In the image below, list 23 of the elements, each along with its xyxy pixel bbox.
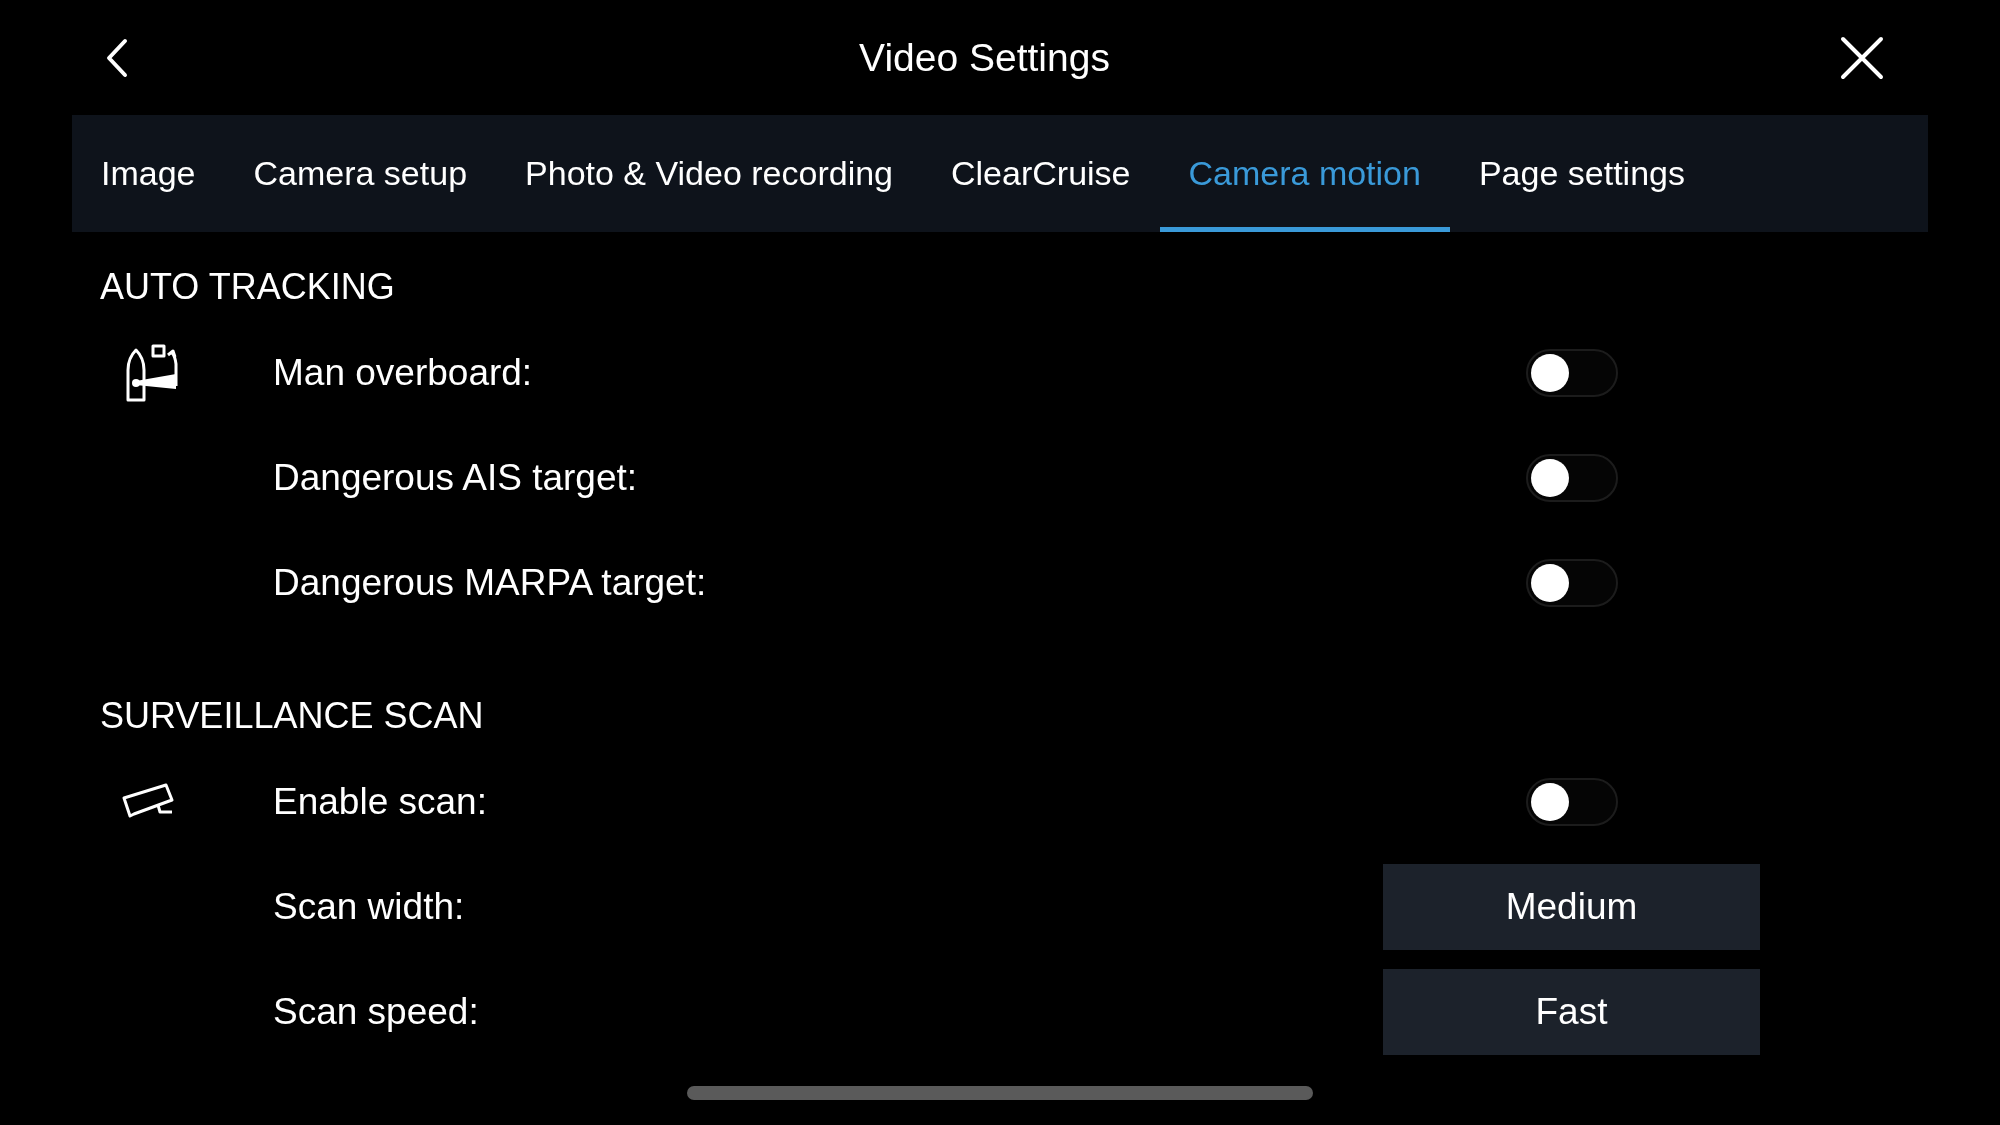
setting-label: Scan width: xyxy=(273,885,465,928)
toggle-switch[interactable] xyxy=(1525,777,1618,826)
option-button[interactable]: Medium xyxy=(1383,863,1760,950)
setting-label: Dangerous MARPA target: xyxy=(273,561,707,604)
setting-label: Enable scan: xyxy=(273,780,487,823)
tab[interactable]: Photo & Video recording xyxy=(496,115,922,232)
tab[interactable]: Camera motion xyxy=(1159,115,1450,232)
toggle-switch[interactable] xyxy=(1525,558,1618,607)
tab[interactable]: Camera setup xyxy=(224,115,497,232)
section-heading: SURVEILLANCE SCAN xyxy=(99,694,485,738)
toggle-switch[interactable] xyxy=(1525,453,1618,502)
close-icon[interactable] xyxy=(1840,35,1884,80)
tab[interactable]: Image xyxy=(72,115,225,232)
option-button[interactable]: Fast xyxy=(1383,968,1760,1055)
setting-label: Man overboard: xyxy=(273,351,533,394)
setting-label: Dangerous AIS target: xyxy=(273,456,638,499)
section-heading: AUTO TRACKING xyxy=(99,265,396,309)
tab[interactable]: Page settings xyxy=(1449,115,1714,232)
setting-label: Scan speed: xyxy=(273,990,479,1033)
back-icon[interactable] xyxy=(105,37,129,78)
window-title: Video Settings xyxy=(859,35,1110,80)
toggle-switch[interactable] xyxy=(1525,348,1618,397)
tab[interactable]: ClearCruise xyxy=(922,115,1160,232)
